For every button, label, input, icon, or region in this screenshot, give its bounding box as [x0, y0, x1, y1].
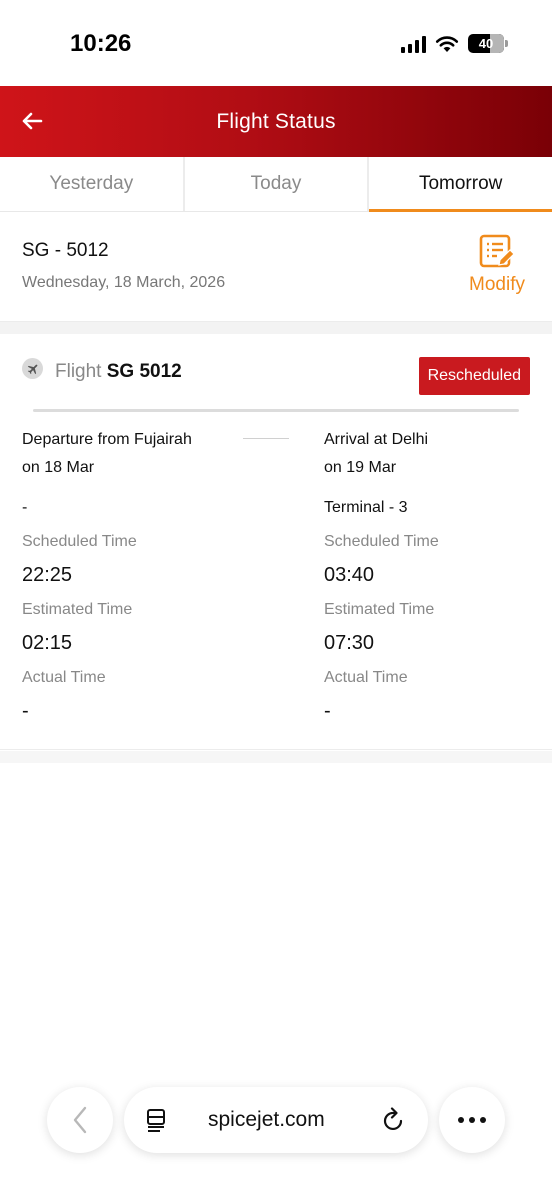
departure-actual-label: Actual Time	[22, 669, 106, 686]
departure-estimated-label: Estimated Time	[22, 601, 133, 618]
departure-terminal: -	[22, 499, 28, 516]
arrow-left-icon	[22, 112, 43, 130]
departure-date: on 18 Mar	[22, 459, 95, 476]
modify-label: Modify	[469, 274, 525, 295]
browser-toolbar: spicejet.com	[0, 1087, 552, 1153]
departure-location: Departure from Fujairah	[22, 431, 192, 448]
more-icon	[458, 1117, 486, 1123]
departure-scheduled-time: 22:25	[22, 564, 73, 586]
arrival-column: Arrival at Delhi on 19 Mar Terminal - 3 …	[324, 426, 552, 723]
arrival-location: Arrival at Delhi	[324, 431, 429, 448]
arrival-actual-time: -	[324, 700, 331, 722]
tab-today[interactable]: Today	[185, 157, 370, 211]
reload-icon[interactable]	[382, 1107, 406, 1133]
departure-estimated-time: 02:15	[22, 632, 73, 654]
flight-details-card: Flight SG 5012 Rescheduled Departure fro…	[0, 334, 552, 750]
wifi-icon	[435, 35, 459, 52]
flight-heading: Flight SG 5012	[55, 361, 182, 383]
summary-date: Wednesday, 18 March, 2026	[22, 274, 226, 291]
tab-yesterday[interactable]: Yesterday	[0, 157, 185, 211]
modify-button[interactable]: Modify	[464, 234, 530, 296]
reader-icon[interactable]	[146, 1108, 168, 1132]
arrival-terminal: Terminal - 3	[324, 499, 408, 516]
arrival-estimated-time: 07:30	[324, 632, 375, 654]
chevron-left-icon	[73, 1106, 87, 1134]
divider	[33, 409, 519, 412]
status-badge: Rescheduled	[418, 357, 530, 395]
summary-flight-number: SG - 5012	[22, 240, 109, 261]
app-header: Flight Status	[0, 86, 552, 157]
plane-icon	[22, 358, 43, 379]
arrival-scheduled-label: Scheduled Time	[324, 533, 439, 550]
arrival-date: on 19 Mar	[324, 459, 397, 476]
status-bar: 10:26 40	[0, 0, 552, 86]
arrival-estimated-label: Estimated Time	[324, 601, 435, 618]
departure-actual-time: -	[22, 700, 29, 722]
edit-document-icon	[479, 234, 515, 268]
arrival-actual-label: Actual Time	[324, 669, 408, 686]
battery-icon: 40	[468, 34, 508, 53]
section-gap	[0, 322, 552, 334]
flight-prefix: Flight	[55, 361, 102, 382]
content-end-band	[0, 751, 552, 763]
arrival-scheduled-time: 03:40	[324, 564, 375, 586]
signal-icon	[401, 35, 426, 53]
battery-level: 40	[478, 36, 494, 51]
date-tabs: Yesterday Today Tomorrow	[0, 157, 552, 212]
url-text: spicejet.com	[208, 1108, 325, 1131]
status-icons: 40	[401, 34, 508, 53]
departure-scheduled-label: Scheduled Time	[22, 533, 137, 550]
back-button[interactable]	[14, 103, 50, 139]
browser-back-button[interactable]	[47, 1087, 113, 1153]
departure-column: Departure from Fujairah on 18 Mar - Sche…	[22, 426, 282, 723]
more-button[interactable]	[439, 1087, 505, 1153]
status-time: 10:26	[70, 30, 132, 57]
flight-code: SG 5012	[106, 361, 182, 382]
page-title: Flight Status	[216, 109, 336, 133]
tab-tomorrow[interactable]: Tomorrow	[369, 157, 552, 212]
flight-summary: SG - 5012 Wednesday, 18 March, 2026 Modi…	[0, 212, 552, 322]
address-bar[interactable]: spicejet.com	[124, 1087, 428, 1153]
